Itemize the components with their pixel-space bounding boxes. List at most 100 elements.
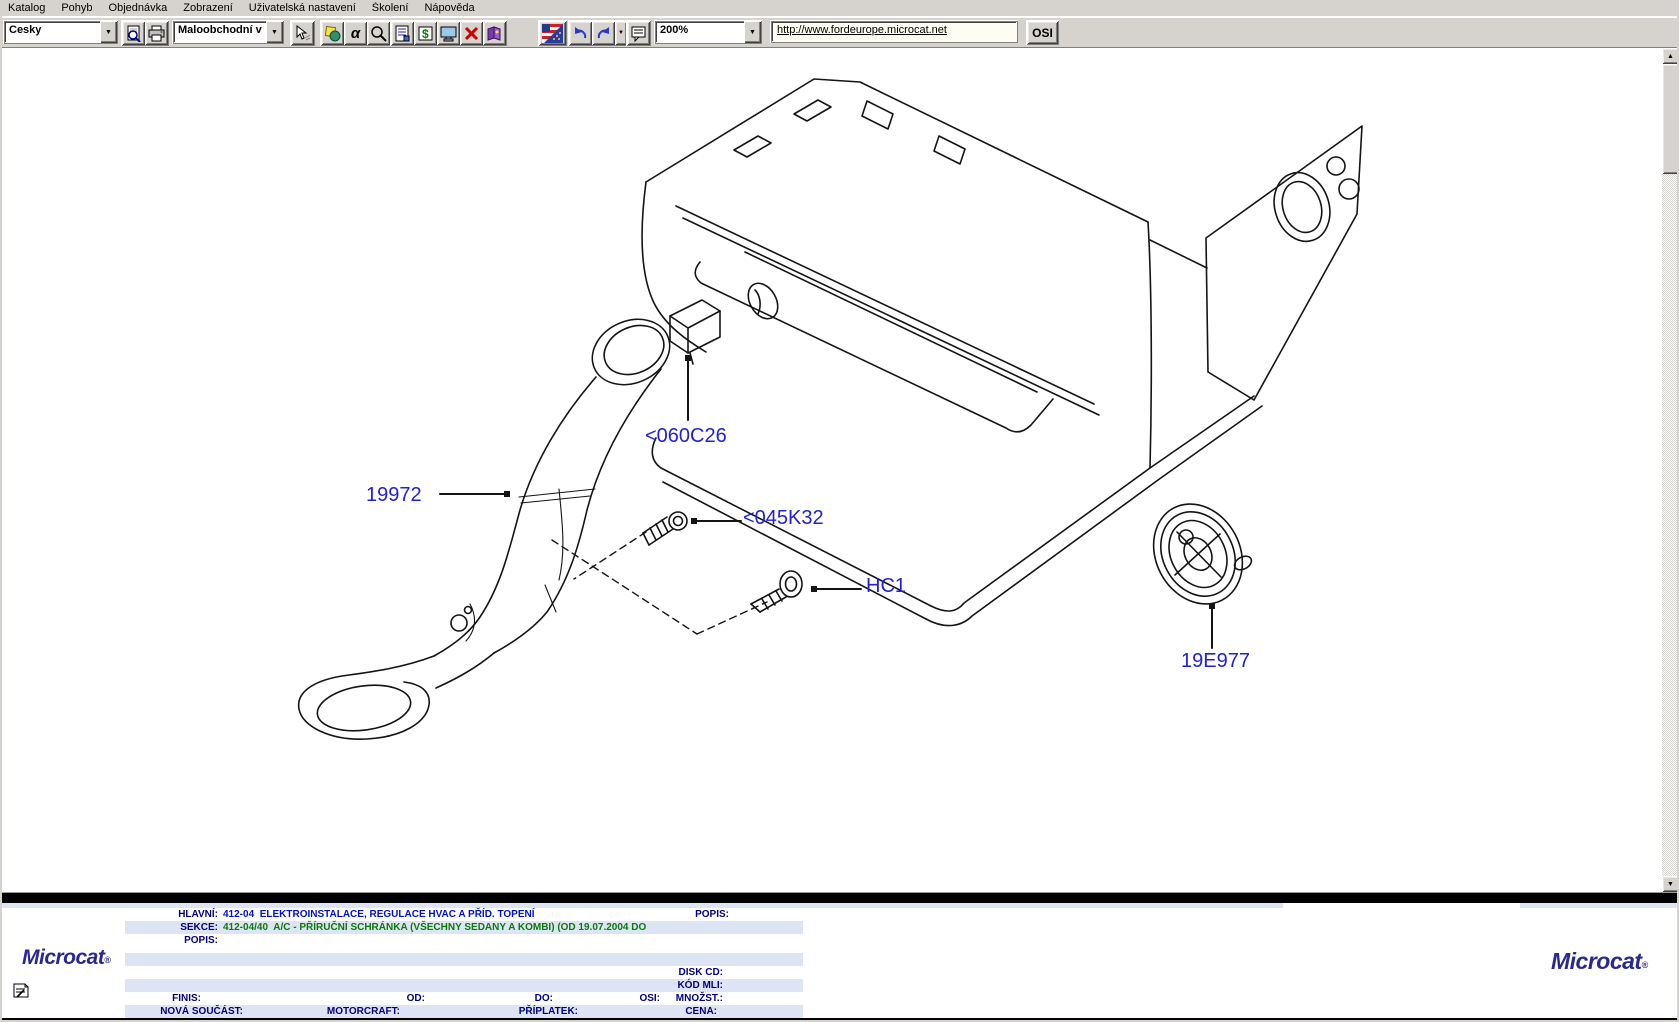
price-button[interactable]: $ [414, 21, 437, 45]
stripe-band-gap [1283, 903, 1520, 908]
delete-button[interactable] [460, 21, 483, 45]
note-icon [12, 982, 30, 1000]
diagram-area: 19972 <060C26 <045K32 HC1 19E977 [0, 48, 1679, 892]
region-flag-button[interactable] [539, 21, 566, 45]
pointer-group [290, 20, 315, 46]
parts-list-button[interactable] [391, 21, 414, 45]
sekce-label: SEKCE: [125, 921, 218, 934]
book-button[interactable] [483, 21, 506, 45]
parts-list-icon [394, 25, 411, 42]
part-screw-045K32[interactable] [643, 512, 687, 545]
print-icon [148, 25, 165, 42]
flag-group [538, 20, 567, 46]
zoom-combo-group: 200% ▼ [654, 20, 762, 44]
scroll-down-button[interactable]: ▼ [1662, 876, 1679, 892]
menu-zobrazeni[interactable]: Zobrazení [175, 1, 241, 16]
alpha-index-icon: α [351, 26, 360, 41]
note-button[interactable] [12, 982, 30, 1005]
screen-icon [440, 25, 457, 42]
url-field[interactable]: http://www.fordeurope.microcat.net [771, 21, 1017, 42]
registered-mark: ® [104, 955, 110, 965]
notes-button[interactable] [627, 21, 650, 45]
menu-skoleni[interactable]: Školení [364, 1, 417, 16]
info-group: $ [390, 20, 507, 46]
popis-label-row1: POPIS: [636, 908, 729, 921]
microcat-logo-right: Microcat® [1551, 948, 1648, 975]
print-preview-button[interactable] [122, 21, 145, 45]
menu-katalog[interactable]: Katalog [0, 1, 53, 16]
notes-icon [630, 25, 647, 42]
part-label-19972[interactable]: 19972 [366, 484, 422, 507]
microcat-logo-text: Microcat [1551, 948, 1642, 974]
chevron-down-icon: ▼ [618, 30, 624, 36]
undo-redo-group: ▼ [568, 20, 628, 46]
triangle-up-icon: ▲ [1667, 53, 1674, 60]
index-group: α [320, 20, 391, 46]
catalog-combo-group: Maloobchodní v ▼ [172, 20, 284, 44]
menu-bar: Katalog Pohyb Objednávka Zobrazení Uživa… [0, 0, 1679, 17]
leader-lines [440, 358, 1212, 648]
popis-label-row3: POPIS: [125, 934, 218, 947]
language-select[interactable]: Cesky ▼ [4, 21, 117, 43]
nova-soucast-label: NOVÁ SOUČÁST: [125, 1005, 243, 1018]
catalog-select[interactable]: Maloobchodní v ▼ [173, 21, 283, 43]
triangle-down-icon: ▼ [1667, 881, 1674, 888]
chevron-down-icon[interactable]: ▼ [266, 21, 283, 43]
part-screw-HC1[interactable] [751, 571, 802, 612]
microcat-logo-text: Microcat [22, 946, 104, 969]
mnozst-label: MNOŽST.: [630, 992, 723, 1005]
kod-mli-label: KÓD MLI: [630, 979, 723, 992]
leader-dots [504, 355, 1215, 609]
osi-button[interactable]: OSI [1027, 21, 1058, 44]
svg-text:$: $ [422, 27, 429, 41]
delete-icon [463, 25, 480, 42]
part-label-HC1[interactable]: HC1 [866, 575, 906, 598]
part-duct-19972[interactable] [299, 307, 681, 739]
graphic-index-button[interactable] [321, 21, 344, 45]
search-button[interactable] [367, 21, 390, 45]
microcat-logo-left: Microcat® [22, 946, 111, 970]
url-link[interactable]: http://www.fordeurope.microcat.net [777, 24, 947, 36]
registered-mark: ® [1642, 960, 1648, 970]
hlavni-label: HLAVNÍ: [125, 908, 218, 921]
priplatek-label: PŘÍPLATEK: [485, 1005, 578, 1018]
pointer-icon [294, 25, 311, 42]
motorcraft-label: MOTORCRAFT: [307, 1005, 400, 1018]
do-label: DO: [460, 992, 553, 1005]
menu-pohyb[interactable]: Pohyb [53, 1, 100, 16]
zoom-select-value: 200% [655, 21, 744, 43]
menu-napoveda[interactable]: Nápověda [416, 1, 482, 16]
osi-group: OSI [1026, 20, 1059, 45]
menu-uzivatelska-nastaveni[interactable]: Uživatelská nastavení [241, 1, 364, 16]
chevron-down-icon[interactable]: ▼ [744, 21, 761, 43]
url-group: http://www.fordeurope.microcat.net [770, 20, 1018, 43]
print-button[interactable] [145, 21, 168, 45]
flag-icon [542, 24, 563, 43]
undo-button[interactable] [569, 21, 592, 45]
parts-diagram[interactable] [0, 48, 1662, 892]
zoom-select[interactable]: 200% ▼ [655, 21, 761, 43]
screen-button[interactable] [437, 21, 460, 45]
part-label-060C26[interactable]: <060C26 [645, 425, 727, 448]
part-label-19E977[interactable]: 19E977 [1181, 650, 1250, 673]
scroll-up-button[interactable]: ▲ [1662, 48, 1679, 64]
chevron-down-icon[interactable]: ▼ [100, 21, 117, 43]
menu-objednavka[interactable]: Objednávka [101, 1, 176, 16]
bottom-border [0, 1018, 1679, 1021]
pointer-button[interactable] [291, 21, 314, 45]
alpha-index-button[interactable]: α [344, 21, 367, 45]
undo-icon [572, 25, 589, 42]
sekce-value: 412-04/40 A/C - PŘÍRUČNÍ SCHRÁNKA (VŠECH… [223, 921, 646, 934]
search-icon [370, 25, 387, 42]
book-icon [486, 25, 503, 42]
glovebox-top-edge [646, 79, 1148, 222]
part-grommet-19E977[interactable] [1137, 488, 1260, 619]
language-combo-group: Cesky ▼ [3, 20, 118, 44]
vertical-scrollbar[interactable]: ▲ ▼ [1662, 48, 1679, 892]
redo-button[interactable] [592, 21, 615, 45]
toolbar: Cesky ▼ Maloobchodní v ▼ [0, 17, 1679, 48]
disk-cd-label: DISK CD: [630, 966, 723, 979]
panel-divider [0, 892, 1679, 903]
scrollbar-thumb[interactable] [1662, 64, 1679, 174]
part-label-045K32[interactable]: <045K32 [743, 507, 824, 530]
